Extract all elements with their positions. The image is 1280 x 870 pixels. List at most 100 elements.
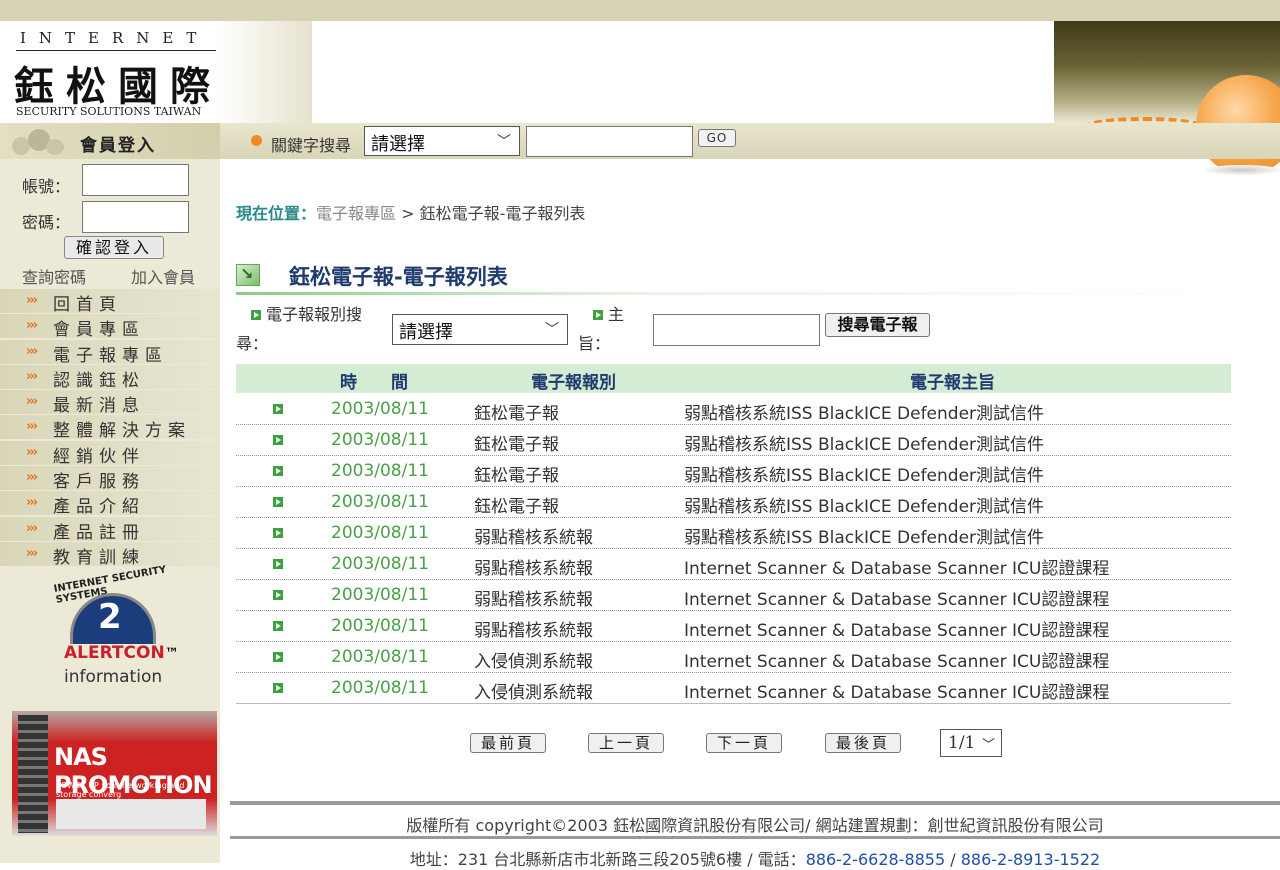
main-nav-menu: ››› 回首頁 ››› 會員專區 ››› 電子報專區 ››› 認識鈺松 ››› 最新消息 … <box>0 289 220 568</box>
promo-subtitle: POWER UP your networking and storage con… <box>56 781 185 799</box>
nav-item-label: 整體解決方案 <box>53 421 191 442</box>
alertcon-badge[interactable]: INTERNET SECURITY SYSTEMS 2 ALERTCON™ in… <box>50 564 180 691</box>
account-label: 帳號： <box>22 177 71 196</box>
table-row[interactable]: 2003/08/11 入侵偵測系統報 Internet Scanner & Data… <box>236 642 1231 673</box>
row-category: 入侵偵測系統報 <box>474 683 593 703</box>
nas-promotion-banner[interactable]: NAS PROMOTION POWER UP your networking a… <box>12 711 217 836</box>
footer-divider-bottom <box>230 836 1280 839</box>
login-button[interactable]: 確認登入 <box>64 236 164 259</box>
newsletter-type-select[interactable]: 請選擇 ﹀ <box>392 314 568 345</box>
password-input[interactable] <box>82 201 189 233</box>
table-row[interactable]: 2003/08/11 弱點稽核系統報 弱點稽核系統ISS BlackICE Defe… <box>236 518 1231 549</box>
last-page-button[interactable]: 最後頁 <box>825 733 901 753</box>
nav-item-label: 產品介紹 <box>53 497 145 518</box>
logo-company-name: 鈺松國際 <box>14 63 222 110</box>
nav-item-products[interactable]: ››› 產品介紹 <box>0 491 220 518</box>
nav-item-label: 認識鈺松 <box>53 370 145 391</box>
column-header-category: 電子報報別 <box>531 373 616 393</box>
site-logo[interactable]: INTERNET 鈺松國際 SECURITY SOLUTIONS TAIWAN <box>0 21 312 123</box>
row-subject-link[interactable]: 弱點稽核系統ISS BlackICE Defender測試信件 <box>684 492 1044 517</box>
green-bullet-icon <box>273 497 283 507</box>
nav-item-newsletter-area[interactable]: ››› 電子報專區 <box>0 339 220 366</box>
green-bullet-icon <box>273 683 283 693</box>
arrow-icon: ››› <box>26 293 38 308</box>
keyword-search-label: 關鍵字搜尋 <box>271 136 352 155</box>
green-bullet-icon <box>273 590 283 600</box>
phone-link-2[interactable]: 886-2-8913-1522 <box>961 850 1100 869</box>
table-row[interactable]: 2003/08/11 鈺松電子報 弱點稽核系統ISS BlackICE Defend… <box>236 456 1231 487</box>
table-row[interactable]: 2003/08/11 弱點稽核系統報 Internet Scanner & Data… <box>236 611 1231 642</box>
first-page-button[interactable]: 最前頁 <box>470 733 546 753</box>
chevron-down-icon: ﹀ <box>497 134 511 150</box>
nav-item-label: 產品註冊 <box>53 522 145 543</box>
nav-item-partners[interactable]: ››› 經銷伙伴 <box>0 440 220 467</box>
phone-link-1[interactable]: 886-2-6628-8855 <box>806 850 945 869</box>
row-category: 弱點稽核系統報 <box>474 590 593 610</box>
row-subject-link[interactable]: 弱點稽核系統ISS BlackICE Defender測試信件 <box>684 399 1044 424</box>
nav-item-label: 客戶服務 <box>53 472 145 493</box>
phone-separator: / <box>945 850 961 869</box>
alertcon-trademark: ™ <box>164 646 179 662</box>
forgot-password-link[interactable]: 查詢密碼 <box>22 264 86 288</box>
row-subject-link[interactable]: Internet Scanner & Database Scanner ICU認… <box>684 554 1109 579</box>
row-category: 鈺松電子報 <box>474 404 559 424</box>
row-category: 鈺松電子報 <box>474 466 559 486</box>
table-row[interactable]: 2003/08/11 弱點稽核系統報 Internet Scanner & Data… <box>236 549 1231 580</box>
subject-input[interactable] <box>653 314 820 346</box>
nav-item-label: 經銷伙伴 <box>53 446 145 467</box>
subject-label-b: 旨： <box>578 334 611 353</box>
join-member-link[interactable]: 加入會員 <box>131 264 195 288</box>
table-row[interactable]: 2003/08/11 入侵偵測系統報 Internet Scanner & Data… <box>236 673 1231 704</box>
nav-item-label: 回首頁 <box>53 295 122 315</box>
nav-item-customer-service[interactable]: ››› 客戶服務 <box>0 466 220 493</box>
green-bullet-icon <box>273 652 283 662</box>
orb-shadow <box>1204 165 1280 175</box>
green-bullet-icon <box>273 621 283 631</box>
promo-screenshot <box>56 799 206 829</box>
row-date: 2003/08/11 <box>331 523 429 543</box>
password-label: 密碼： <box>22 213 71 232</box>
page-select[interactable]: 1/1 ﹀ <box>940 729 1002 757</box>
go-button[interactable]: GO <box>698 129 736 147</box>
nav-item-about[interactable]: ››› 認識鈺松 <box>0 364 220 391</box>
arrow-icon: ››› <box>26 368 38 384</box>
row-subject-link[interactable]: Internet Scanner & Database Scanner ICU認… <box>684 678 1109 703</box>
row-subject-link[interactable]: 弱點稽核系統ISS BlackICE Defender測試信件 <box>684 523 1044 548</box>
arrow-icon: ››› <box>26 520 38 536</box>
nav-item-news[interactable]: ››› 最新消息 <box>0 390 220 416</box>
breadcrumb: 現在位置：電子報專區 > 鈺松電子報-電子報列表 <box>236 200 585 224</box>
row-subject-link[interactable]: Internet Scanner & Database Scanner ICU認… <box>684 616 1109 641</box>
breadcrumb-link[interactable]: 電子報專區 <box>316 204 396 223</box>
table-row[interactable]: 2003/08/11 鈺松電子報 弱點稽核系統ISS BlackICE Defend… <box>236 487 1231 518</box>
row-category: 鈺松電子報 <box>474 435 559 455</box>
keyword-category-select[interactable]: 請選擇 ﹀ <box>364 126 520 156</box>
member-login-title: 會員登入 <box>80 136 156 156</box>
nav-item-training[interactable]: ››› 教育訓練 <box>0 541 220 568</box>
keyword-search-input[interactable] <box>526 126 693 157</box>
row-category: 弱點稽核系統報 <box>474 528 593 548</box>
prev-page-button[interactable]: 上一頁 <box>588 733 664 753</box>
row-subject-link[interactable]: 弱點稽核系統ISS BlackICE Defender測試信件 <box>684 430 1044 455</box>
arrow-icon: ››› <box>26 545 38 561</box>
arrow-icon: ››› <box>26 318 38 334</box>
row-subject-link[interactable]: 弱點稽核系統ISS BlackICE Defender測試信件 <box>684 461 1044 486</box>
member-login-header: 會員登入 <box>0 123 220 159</box>
server-tower-icon <box>18 715 48 833</box>
nav-item-home[interactable]: ››› 回首頁 <box>0 289 220 315</box>
next-page-button[interactable]: 下一頁 <box>706 733 782 753</box>
arrow-title-icon <box>236 264 260 286</box>
nav-item-product-registration[interactable]: ››› 產品註冊 <box>0 516 220 543</box>
table-row[interactable]: 2003/08/11 鈺松電子報 弱點稽核系統ISS BlackICE Defend… <box>236 394 1231 425</box>
nav-item-member-area[interactable]: ››› 會員專區 <box>0 314 220 340</box>
alertcon-info: information <box>64 667 163 687</box>
nav-item-solutions[interactable]: ››› 整體解決方案 <box>0 415 220 442</box>
search-newsletter-button[interactable]: 搜尋電子報 <box>825 313 930 337</box>
table-row[interactable]: 2003/08/11 弱點稽核系統報 Internet Scanner & Data… <box>236 580 1231 611</box>
title-underline <box>236 292 1231 295</box>
address-text: 地址：231 台北縣新店市北新路三段205號6樓 / 電話： <box>409 850 806 869</box>
row-subject-link[interactable]: Internet Scanner & Database Scanner ICU認… <box>684 647 1109 672</box>
table-row[interactable]: 2003/08/11 鈺松電子報 弱點稽核系統ISS BlackICE Defend… <box>236 425 1231 456</box>
row-subject-link[interactable]: Internet Scanner & Database Scanner ICU認… <box>684 585 1109 610</box>
chevron-down-icon: ﹀ <box>545 322 559 338</box>
account-input[interactable] <box>82 164 189 196</box>
